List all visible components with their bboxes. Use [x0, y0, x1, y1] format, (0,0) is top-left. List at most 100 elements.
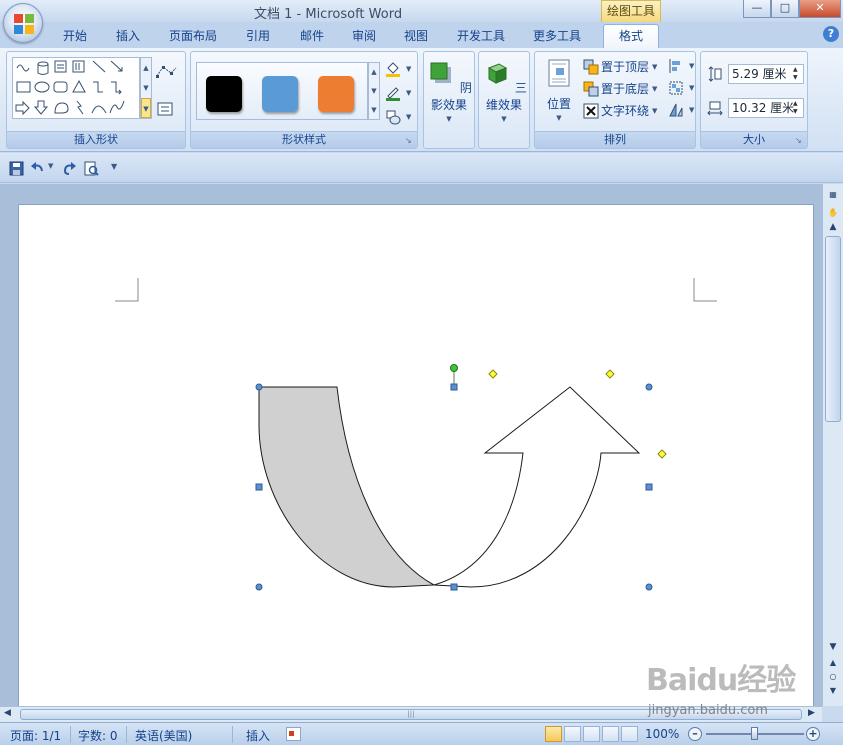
resize-handle-bottom-left[interactable]: [255, 583, 263, 591]
lightning-icon: [76, 100, 84, 115]
shapes-gallery-scroll[interactable]: ▲ ▼ ▼: [140, 57, 152, 119]
dialog-launcher-icon[interactable]: ↘: [795, 136, 804, 145]
adjust-handle-3[interactable]: [657, 449, 667, 459]
pan-hand-icon[interactable]: ✋: [826, 206, 840, 220]
dialog-launcher-icon[interactable]: ↘: [405, 136, 414, 145]
language-indicator[interactable]: 英语(美国): [135, 727, 192, 744]
group-3d-effects: 三维效果 ▼: [478, 51, 530, 149]
page-count[interactable]: 页面: 1/1: [10, 727, 61, 744]
quick-access-toolbar: ▼ ▼: [0, 153, 843, 183]
3d-cube-icon: [487, 63, 508, 84]
resize-handle-right[interactable]: [645, 483, 653, 491]
rotate-button[interactable]: ▼: [668, 102, 694, 118]
style-swatch-orange[interactable]: [318, 76, 354, 112]
next-page-icon[interactable]: ▼: [826, 684, 840, 698]
group-objects-button[interactable]: ▼: [668, 80, 694, 96]
zoom-in-icon[interactable]: +: [806, 727, 820, 741]
save-icon[interactable]: [9, 161, 24, 176]
draft-view-button[interactable]: [621, 726, 638, 742]
scroll-up-icon[interactable]: ▲: [826, 220, 840, 234]
shape-outline-button[interactable]: ▼: [385, 85, 411, 101]
help-icon[interactable]: ?: [823, 26, 839, 42]
scroll-left-icon[interactable]: ◀: [4, 708, 11, 718]
rotation-handle[interactable]: [450, 364, 458, 372]
tab-review[interactable]: 审阅: [342, 25, 386, 48]
redo-icon[interactable]: [62, 161, 77, 176]
web-layout-view-button[interactable]: [583, 726, 600, 742]
undo-icon[interactable]: [30, 161, 45, 176]
edit-shape-icon[interactable]: [155, 64, 179, 80]
document-page[interactable]: [18, 204, 814, 714]
shape-width-input[interactable]: 10.32 厘米 ▲ ▼: [728, 98, 804, 118]
chevron-down-icon[interactable]: ▼: [369, 82, 379, 101]
resize-handle-top-right[interactable]: [645, 383, 653, 391]
shape-fill-button[interactable]: ▼: [385, 61, 411, 77]
undo-dropdown-icon[interactable]: ▼: [48, 162, 53, 170]
tab-mailings[interactable]: 邮件: [290, 25, 334, 48]
customize-qat-icon[interactable]: ▼: [111, 162, 117, 171]
resize-handle-left[interactable]: [255, 483, 263, 491]
more-styles-icon[interactable]: ▼: [369, 101, 379, 120]
browse-object-icon[interactable]: ○: [826, 670, 840, 684]
width-spinner[interactable]: ▲ ▼: [793, 100, 801, 116]
curve-line-icon: [109, 100, 125, 114]
shapes-gallery[interactable]: [12, 57, 140, 119]
maximize-button[interactable]: □: [771, 0, 799, 18]
previous-page-icon[interactable]: ▲: [826, 656, 840, 670]
zoom-out-icon[interactable]: –: [688, 727, 702, 741]
tab-page-layout[interactable]: 页面布局: [160, 25, 226, 48]
zoom-level[interactable]: 100%: [645, 727, 679, 741]
curved-up-arrow-shape[interactable]: [258, 386, 641, 588]
line-icon: [92, 60, 106, 73]
close-button[interactable]: ✕: [799, 0, 841, 18]
style-swatch-black[interactable]: [206, 76, 242, 112]
scroll-right-icon[interactable]: ▶: [808, 708, 815, 718]
tab-home[interactable]: 开始: [52, 25, 98, 48]
send-to-back-button[interactable]: 置于底层 ▼: [583, 80, 657, 97]
tab-format[interactable]: 格式: [603, 24, 659, 48]
word-count[interactable]: 字数: 0: [78, 727, 118, 744]
minimize-button[interactable]: —: [743, 0, 771, 18]
tab-developer[interactable]: 开发工具: [448, 25, 514, 48]
tab-view[interactable]: 视图: [394, 25, 438, 48]
adjust-handle-2[interactable]: [605, 369, 615, 379]
tab-references[interactable]: 引用: [236, 25, 280, 48]
shape-styles-scroll[interactable]: ▲ ▼ ▼: [368, 62, 380, 120]
chevron-up-icon[interactable]: ▲: [369, 63, 379, 82]
ruler-toggle-icon[interactable]: ▦: [826, 188, 840, 202]
chevron-down-icon[interactable]: ▼: [141, 78, 151, 98]
tab-insert[interactable]: 插入: [106, 25, 150, 48]
draw-textbox-icon[interactable]: [157, 102, 173, 116]
change-shape-button[interactable]: ▼: [385, 109, 411, 125]
office-button[interactable]: [3, 3, 43, 43]
print-layout-view-button[interactable]: [545, 726, 562, 742]
height-spinner[interactable]: ▲ ▼: [793, 66, 801, 82]
vertical-scroll-thumb[interactable]: [825, 236, 841, 422]
full-screen-view-button[interactable]: [564, 726, 581, 742]
style-swatch-blue[interactable]: [262, 76, 298, 112]
adjust-handle-1[interactable]: [488, 369, 498, 379]
3d-effects-button[interactable]: 三维效果 ▼: [479, 58, 529, 123]
resize-handle-top[interactable]: [450, 383, 458, 391]
resize-handle-top-left[interactable]: [255, 383, 263, 391]
bring-to-front-button[interactable]: 置于顶层 ▼: [583, 58, 657, 75]
insert-mode[interactable]: 插入: [246, 727, 270, 744]
print-preview-icon[interactable]: [84, 161, 99, 176]
macro-record-icon[interactable]: [286, 727, 301, 741]
position-button[interactable]: 位置 ▼: [537, 58, 581, 122]
resize-handle-bottom-right[interactable]: [645, 583, 653, 591]
align-button[interactable]: ▼: [668, 58, 694, 74]
vertical-scrollbar[interactable]: ▦ ✋ ▲ ▼ ▲ ○ ▼: [822, 184, 843, 706]
more-shapes-icon[interactable]: ▼: [141, 98, 151, 118]
tab-more-tools[interactable]: 更多工具: [524, 25, 590, 48]
shadow-effects-button[interactable]: 阴影效果 ▼: [424, 58, 474, 123]
text-wrapping-button[interactable]: 文字环绕 ▼: [583, 102, 657, 119]
resize-handle-bottom[interactable]: [450, 583, 458, 591]
shape-height-input[interactable]: 5.29 厘米 ▲ ▼: [728, 64, 804, 84]
zoom-slider-thumb[interactable]: [751, 727, 758, 740]
drawing-tools-context-title: 绘图工具: [601, 0, 661, 22]
scroll-down-icon[interactable]: ▼: [826, 640, 840, 654]
outline-view-button[interactable]: [602, 726, 619, 742]
shape-styles-gallery[interactable]: [196, 62, 368, 120]
chevron-up-icon[interactable]: ▲: [141, 58, 151, 78]
